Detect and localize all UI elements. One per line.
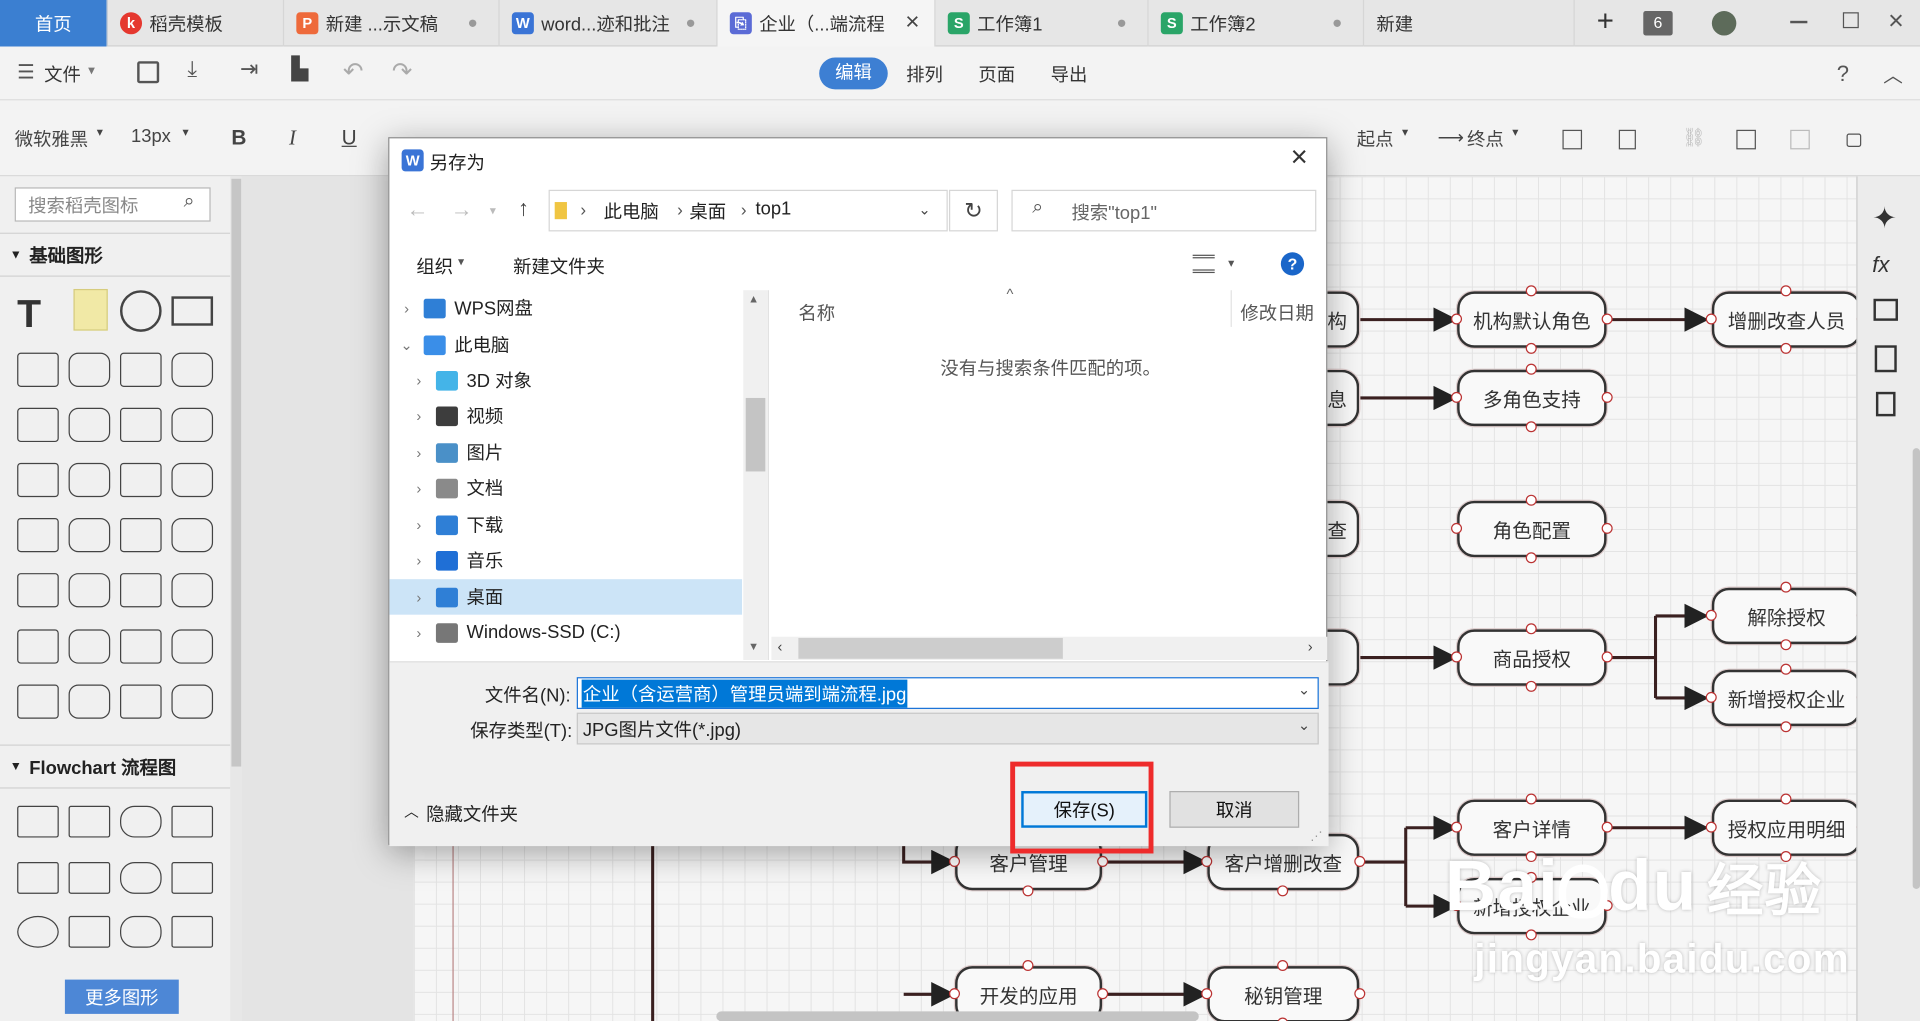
refresh-icon[interactable]: ↻	[948, 189, 998, 232]
nav-tree-item[interactable]: ⌄ 此电脑	[389, 327, 742, 363]
drive-icon	[435, 622, 458, 643]
tree-scrollbar[interactable]: ▲ ▼	[743, 290, 768, 661]
column-name[interactable]: 名称	[798, 300, 835, 326]
chevron-right-icon[interactable]: ›	[389, 299, 423, 316]
nav-tree-item[interactable]: › Windows-SSD (C:)	[389, 615, 742, 651]
nav-tree-item[interactable]: › 视频	[389, 398, 742, 434]
search-box[interactable]	[1011, 189, 1317, 232]
back-icon[interactable]: ←	[407, 197, 429, 223]
filename-label: 文件名(N):	[484, 685, 571, 707]
folder-icon	[554, 202, 567, 220]
scrollbar-thumb[interactable]	[745, 397, 766, 472]
search-icon: ⌕	[1032, 197, 1044, 218]
canvas-vscroll-thumb[interactable]	[1912, 448, 1920, 889]
navigation-pane: › WPS网盘 ⌄ 此电脑 › 3D 对象 › 视频 › 图片 › 文档 › 下载 › 音乐 › 桌面 › Windo…	[389, 290, 769, 661]
video-icon	[435, 405, 458, 426]
chevron-down-icon: ▾	[457, 255, 465, 270]
column-date[interactable]: 修改日期	[1240, 300, 1313, 326]
filetype-label: 保存类型(T):	[470, 721, 573, 743]
view-options-icon[interactable]	[1192, 254, 1215, 274]
cloud-icon	[423, 298, 446, 318]
documents-icon	[435, 478, 458, 498]
resize-grip-icon[interactable]: ⋰	[1310, 830, 1322, 843]
filename-input[interactable]: 企业（含运营商）管理员端到端流程.jpg ⌄	[576, 677, 1319, 709]
3d-objects-icon	[435, 370, 458, 391]
horizontal-scrollbar[interactable]: ‹ ›	[771, 636, 1328, 661]
chevron-right-icon[interactable]: ›	[402, 407, 436, 424]
watermark-logo: Bai du 经验	[1444, 846, 1823, 926]
close-dialog-icon[interactable]: ×	[1291, 141, 1308, 175]
address-dropdown-icon[interactable]: ⌄	[918, 201, 930, 218]
recent-dropdown-icon[interactable]: ▾	[490, 204, 496, 217]
breadcrumb-item[interactable]: 桌面	[689, 198, 726, 224]
breadcrumb-item[interactable]: 此电脑	[604, 198, 659, 224]
cancel-button[interactable]: 取消	[1169, 791, 1300, 828]
empty-message: 没有与搜索条件匹配的项。	[940, 358, 1161, 380]
nav-tree-item[interactable]: › 图片	[389, 435, 742, 471]
breadcrumb-item[interactable]: top1	[756, 198, 792, 219]
chevron-down-icon[interactable]: ⌄	[1298, 681, 1310, 698]
watermark-url: jingyan.baidu.com	[1474, 935, 1850, 981]
annotation-highlight	[1010, 761, 1154, 854]
file-list: 名称 ^ 修改日期 没有与搜索条件匹配的项。 ‹ ›	[771, 285, 1328, 661]
computer-icon	[423, 334, 446, 355]
organize-button[interactable]: 组织	[416, 253, 453, 279]
chevron-right-icon[interactable]: ›	[402, 588, 436, 605]
chevron-down-icon: ▾	[1228, 257, 1235, 271]
hide-folders-toggle[interactable]: 隐藏文件夹	[426, 801, 518, 827]
save-as-dialog: W 另存为 × ← → ▾ ↑ › 此电脑 › 桌面 › top1 ⌄ ↻ ⌕ …	[388, 137, 1329, 847]
dialog-title: 另存为	[429, 153, 485, 174]
nav-tree-item[interactable]: › WPS网盘	[389, 290, 742, 326]
chevron-right-icon[interactable]: ›	[402, 516, 436, 533]
nav-tree-item[interactable]: › 桌面	[389, 579, 743, 615]
chevron-right-icon[interactable]: ›	[402, 552, 436, 569]
nav-tree-item[interactable]: › 文档	[389, 470, 742, 506]
chevron-right-icon[interactable]: ›	[402, 624, 436, 641]
nav-tree-item[interactable]: › 音乐	[389, 542, 742, 578]
nav-tree-item[interactable]: › 3D 对象	[389, 362, 742, 398]
canvas-scrollbar-thumb[interactable]	[716, 1011, 1199, 1021]
help-icon[interactable]: ?	[1280, 252, 1305, 276]
scrollbar-thumb[interactable]	[798, 637, 1063, 659]
chevron-down-icon[interactable]: ⌄	[1298, 716, 1310, 733]
paw-icon	[1559, 864, 1609, 918]
downloads-icon	[435, 514, 458, 535]
chevron-right-icon[interactable]: ›	[402, 444, 436, 461]
wps-icon: W	[401, 149, 424, 172]
nav-tree-item[interactable]: › 下载	[389, 507, 742, 543]
sort-asc-icon: ^	[1006, 285, 1014, 303]
up-icon[interactable]: ↑	[518, 196, 529, 222]
pictures-icon	[435, 442, 458, 463]
music-icon	[435, 550, 458, 571]
chevron-up-icon[interactable]: ︿	[404, 801, 419, 822]
forward-icon[interactable]: →	[451, 197, 473, 223]
chevron-down-icon[interactable]: ⌄	[389, 336, 423, 353]
chevron-right-icon[interactable]: ›	[402, 372, 436, 389]
filetype-select[interactable]: JPG图片文件(*.jpg) ⌄	[576, 712, 1319, 745]
chevron-right-icon[interactable]: ›	[402, 479, 436, 496]
search-placeholder: 搜索"top1"	[1071, 203, 1157, 225]
new-folder-button[interactable]: 新建文件夹	[513, 253, 605, 279]
desktop-icon	[435, 587, 458, 607]
